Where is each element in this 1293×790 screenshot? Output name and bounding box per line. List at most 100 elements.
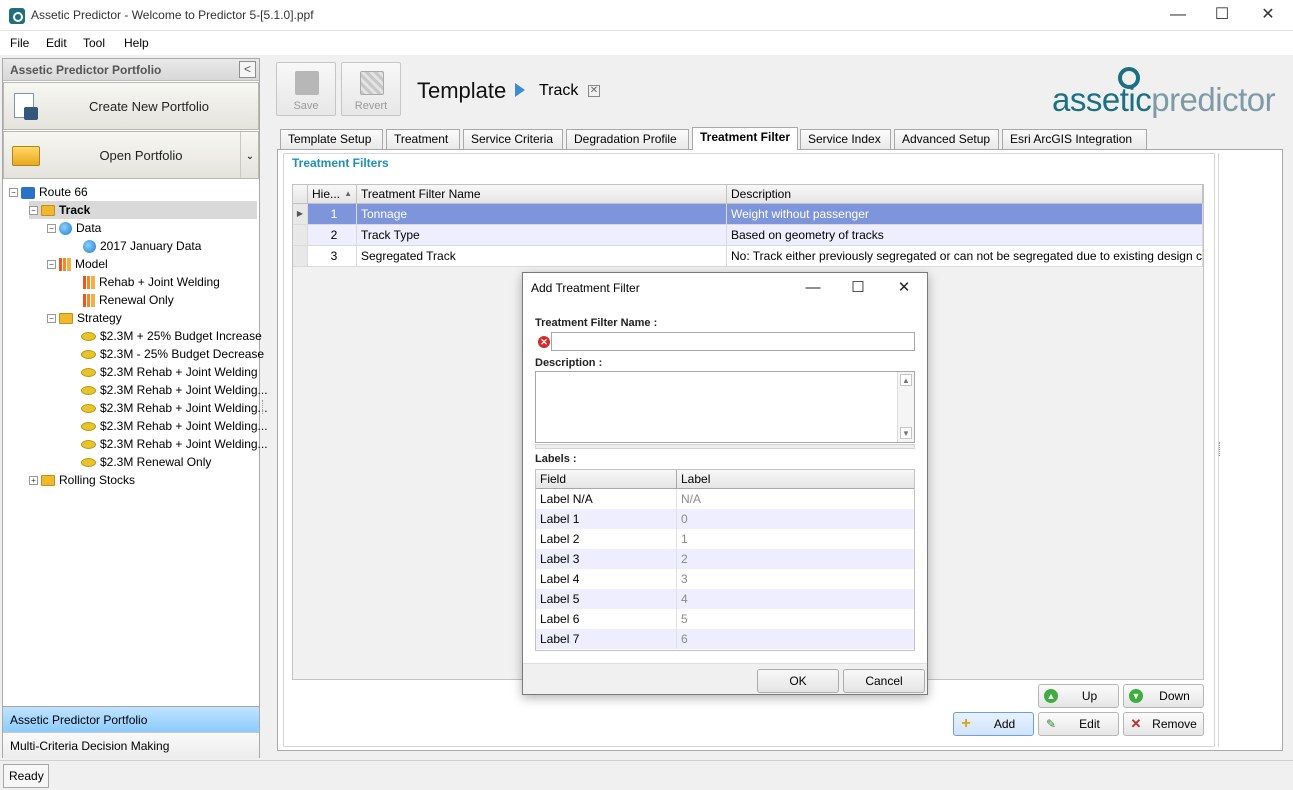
list-item[interactable]: Label 10 [536, 509, 914, 529]
tree-node-strategy-item[interactable]: $2.3M Rehab + Joint Welding [81, 363, 258, 381]
list-item[interactable]: Label 65 [536, 609, 914, 629]
remove-button[interactable]: ✕ Remove [1123, 712, 1204, 736]
error-icon: ✕ [538, 336, 550, 348]
tree-node-strategy-item[interactable]: $2.3M Rehab + Joint Welding... [81, 417, 268, 435]
section-title: Treatment Filters [292, 156, 389, 170]
list-item[interactable]: Label 32 [536, 549, 914, 569]
nav-portfolio[interactable]: Assetic Predictor Portfolio [3, 706, 259, 732]
menu-edit[interactable]: Edit [46, 36, 67, 50]
tree-node-strategy-item[interactable]: $2.3M + 25% Budget Increase [81, 327, 262, 345]
label-value[interactable]: 3 [677, 569, 914, 589]
table-row[interactable]: ▶ 1 Tonnage Weight without passenger [293, 204, 1203, 225]
tree-node-model-item[interactable]: Renewal Only [83, 291, 174, 309]
down-button[interactable]: ▼ Down [1123, 684, 1204, 708]
table-row[interactable]: 3 Segregated Track No: Track either prev… [293, 246, 1203, 267]
maximize-button[interactable]: ☐ [1199, 0, 1245, 30]
menu-help[interactable]: Help [124, 36, 149, 50]
close-window-button[interactable]: ✕ [1245, 0, 1291, 30]
column-header-field[interactable]: Field [536, 470, 677, 489]
minimize-button[interactable]: — [1155, 0, 1201, 30]
open-portfolio-button[interactable]: Open Portfolio ⌄ [3, 131, 259, 179]
nav-mcdm[interactable]: Multi-Criteria Decision Making [3, 732, 259, 758]
dialog-maximize-button[interactable]: ☐ [835, 273, 881, 303]
revert-button[interactable]: Revert [341, 62, 401, 116]
list-item[interactable]: Label 21 [536, 529, 914, 549]
label-value[interactable]: 1 [677, 529, 914, 549]
splitter-handle[interactable] [1219, 442, 1222, 456]
add-treatment-filter-dialog: Add Treatment Filter — ☐ ✕ Treatment Fil… [522, 272, 928, 695]
tree-node-strategy-item[interactable]: $2.3M Rehab + Joint Welding... [81, 435, 268, 453]
column-header-description[interactable]: Description [727, 185, 1203, 204]
open-dropdown-button[interactable]: ⌄ [240, 132, 259, 178]
tree-node-model-item[interactable]: Rehab + Joint Welding [83, 273, 220, 291]
dialog-close-button[interactable]: ✕ [881, 273, 927, 303]
label-value[interactable]: 4 [677, 589, 914, 609]
tab-advanced-setup[interactable]: Advanced Setup [894, 129, 999, 149]
ok-button[interactable]: OK [757, 669, 839, 693]
label-value[interactable]: 2 [677, 549, 914, 569]
save-button[interactable]: Save [276, 62, 336, 116]
tree-node-rolling-stocks[interactable]: + Rolling Stocks [29, 471, 135, 489]
label-value[interactable]: 0 [677, 509, 914, 529]
tree-node-route66[interactable]: − Route 66 [9, 183, 88, 201]
create-portfolio-label: Create New Portfolio [89, 99, 209, 114]
list-item[interactable]: Label N/A N/A [536, 489, 914, 509]
tree-node-data-item[interactable]: 2017 January Data [83, 237, 201, 255]
treatment-filter-name-input[interactable] [551, 332, 915, 351]
collapse-toggle-icon[interactable]: − [47, 224, 56, 234]
label-value[interactable]: 6 [677, 629, 914, 649]
resize-grip[interactable] [535, 444, 915, 449]
description-scrollbar[interactable]: ▲ ▼ [897, 372, 914, 442]
collapse-toggle-icon[interactable]: − [9, 188, 18, 198]
create-portfolio-button[interactable]: Create New Portfolio [3, 82, 259, 130]
scroll-down-icon[interactable]: ▼ [900, 427, 912, 439]
tree-node-track[interactable]: − Track [29, 201, 257, 219]
tab-treatment-filter[interactable]: Treatment Filter [692, 127, 798, 150]
tree-node-model[interactable]: − Model [47, 255, 108, 273]
data-icon [83, 240, 96, 254]
chevron-down-icon: ⌄ [245, 151, 255, 162]
cancel-button[interactable]: Cancel [843, 669, 925, 693]
arrow-down-icon: ▼ [1129, 689, 1143, 703]
tree-node-strategy[interactable]: − Strategy [47, 309, 122, 327]
dialog-minimize-button[interactable]: — [790, 273, 836, 303]
label-value[interactable]: 5 [677, 609, 914, 629]
add-button[interactable]: + Add [953, 712, 1034, 736]
collapse-toggle-icon[interactable]: − [47, 314, 56, 324]
collapse-panel-button[interactable]: < [239, 61, 256, 78]
column-header-name[interactable]: Treatment Filter Name [357, 185, 727, 204]
column-header-label[interactable]: Label [677, 470, 914, 489]
tree-node-strategy-item[interactable]: $2.3M Renewal Only [81, 453, 211, 471]
splitter-handle[interactable] [262, 400, 265, 414]
tree-node-strategy-item[interactable]: $2.3M - 25% Budget Decrease [81, 345, 264, 363]
tab-degradation-profile[interactable]: Degradation Profile [566, 129, 689, 149]
coins-icon [81, 440, 96, 450]
tab-service-criteria[interactable]: Service Criteria [463, 129, 563, 149]
tree-node-strategy-item[interactable]: $2.3M Rehab + Joint Welding... [81, 399, 268, 417]
collapse-toggle-icon[interactable]: − [29, 206, 38, 216]
description-input[interactable] [535, 371, 915, 443]
list-item[interactable]: Label 54 [536, 589, 914, 609]
list-item[interactable]: Label 76 [536, 629, 914, 649]
tab-esri-arcgis[interactable]: Esri ArcGIS Integration [1002, 129, 1147, 149]
tab-template-setup[interactable]: Template Setup [280, 129, 383, 149]
label-value[interactable]: N/A [677, 489, 914, 509]
edit-button[interactable]: ✎ Edit [1038, 712, 1119, 736]
tree-node-strategy-item[interactable]: $2.3M Rehab + Joint Welding... [81, 381, 268, 399]
menu-tool[interactable]: Tool [83, 36, 105, 50]
expand-toggle-icon[interactable]: + [29, 476, 38, 486]
tree-label: Model [75, 257, 108, 271]
revert-icon [360, 71, 384, 95]
table-row[interactable]: 2 Track Type Based on geometry of tracks [293, 225, 1203, 246]
list-item[interactable]: Label 43 [536, 569, 914, 589]
menu-file[interactable]: File [10, 36, 29, 50]
tree-node-data[interactable]: − Data [47, 219, 101, 237]
up-button[interactable]: ▲ Up [1038, 684, 1119, 708]
tab-treatment[interactable]: Treatment [386, 129, 460, 149]
close-template-button[interactable]: ✕ [588, 85, 600, 97]
tab-service-index[interactable]: Service Index [800, 129, 891, 149]
column-header-hierarchy[interactable]: Hie... ▲ [308, 185, 357, 204]
scroll-up-icon[interactable]: ▲ [900, 374, 912, 386]
dialog-title: Add Treatment Filter [531, 281, 640, 295]
collapse-toggle-icon[interactable]: − [47, 260, 56, 270]
